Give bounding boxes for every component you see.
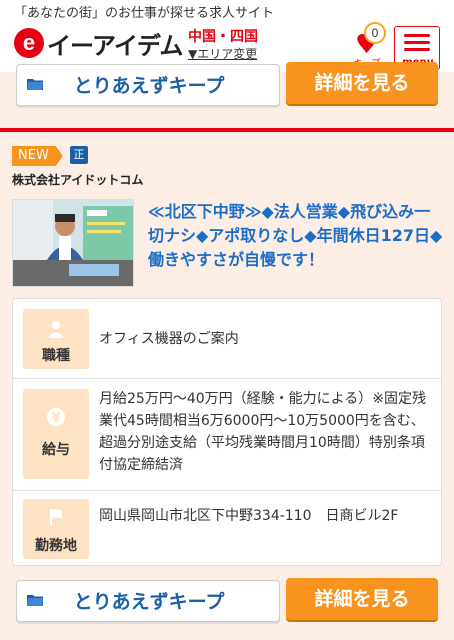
area-change-link[interactable]: ▼エリア変更 — [188, 45, 257, 62]
company-name: 株式会社アイドットコム — [12, 173, 144, 187]
site-logo[interactable]: e イーアイデム — [14, 26, 183, 60]
person-icon — [48, 321, 64, 338]
job-title-link[interactable]: ≪北区下中野≫◆法人営業◆飛び込み一切ナシ◆アポ取りなし◆年間休日127日◆働き… — [148, 200, 444, 272]
detail-button-label: 詳細を見る — [314, 588, 410, 610]
flag-icon — [50, 509, 62, 526]
hamburger-icon — [404, 34, 430, 37]
detail-row-occupation: 職種 オフィス機器のご案内 — [13, 299, 441, 379]
detail-button-top[interactable]: 詳細を見る — [286, 62, 438, 104]
job-details-table: 職種 オフィス機器のご案内 ¥ 給与 月給25万円〜40万円（経験・能力による）… — [12, 298, 442, 566]
keep-count-badge: 0 — [364, 22, 386, 44]
detail-label: 職種 — [42, 348, 70, 364]
detail-label: 勤務地 — [35, 538, 77, 554]
detail-label-box: ¥ 給与 — [23, 389, 89, 479]
detail-button-bottom[interactable]: 詳細を見る — [286, 578, 438, 620]
employment-type-badge: 正 — [70, 146, 88, 164]
logo-text: イーアイデム — [47, 31, 183, 60]
detail-label-box: 勤務地 — [23, 499, 89, 559]
detail-label-box: 職種 — [23, 309, 89, 369]
logo-mark: e — [14, 28, 44, 58]
job-photo[interactable] — [12, 199, 134, 287]
new-badge: NEW — [12, 146, 63, 166]
detail-row-salary: ¥ 給与 月給25万円〜40万円（経験・能力による）※固定残業代45時間相当6万… — [13, 379, 441, 491]
office-photo-image — [13, 200, 133, 286]
detail-label: 給与 — [42, 442, 70, 458]
keep-button-bottom[interactable]: とりあえずキープ — [16, 580, 280, 622]
region-label: 中国・四国 — [188, 29, 258, 45]
site-tagline: 「あなたの街」のお仕事が探せる求人サイト — [14, 6, 275, 21]
detail-button-label: 詳細を見る — [314, 72, 410, 94]
keep-button-label: とりあえずキープ — [73, 591, 225, 613]
section-divider — [0, 128, 454, 132]
keep-button-label: とりあえずキープ — [73, 75, 225, 97]
detail-value: 月給25万円〜40万円（経験・能力による）※固定残業代45時間相当6万6000円… — [99, 391, 426, 473]
svg-text:¥: ¥ — [51, 411, 60, 426]
detail-value: オフィス機器のご案内 — [99, 331, 239, 347]
detail-row-location: 勤務地 岡山県岡山市北区下中野334-110 日商ビル2F — [13, 491, 441, 565]
detail-value: 岡山県岡山市北区下中野334-110 日商ビル2F — [99, 508, 399, 524]
yen-icon: ¥ — [47, 408, 65, 426]
keep-button-top[interactable]: とりあえずキープ — [16, 64, 280, 106]
